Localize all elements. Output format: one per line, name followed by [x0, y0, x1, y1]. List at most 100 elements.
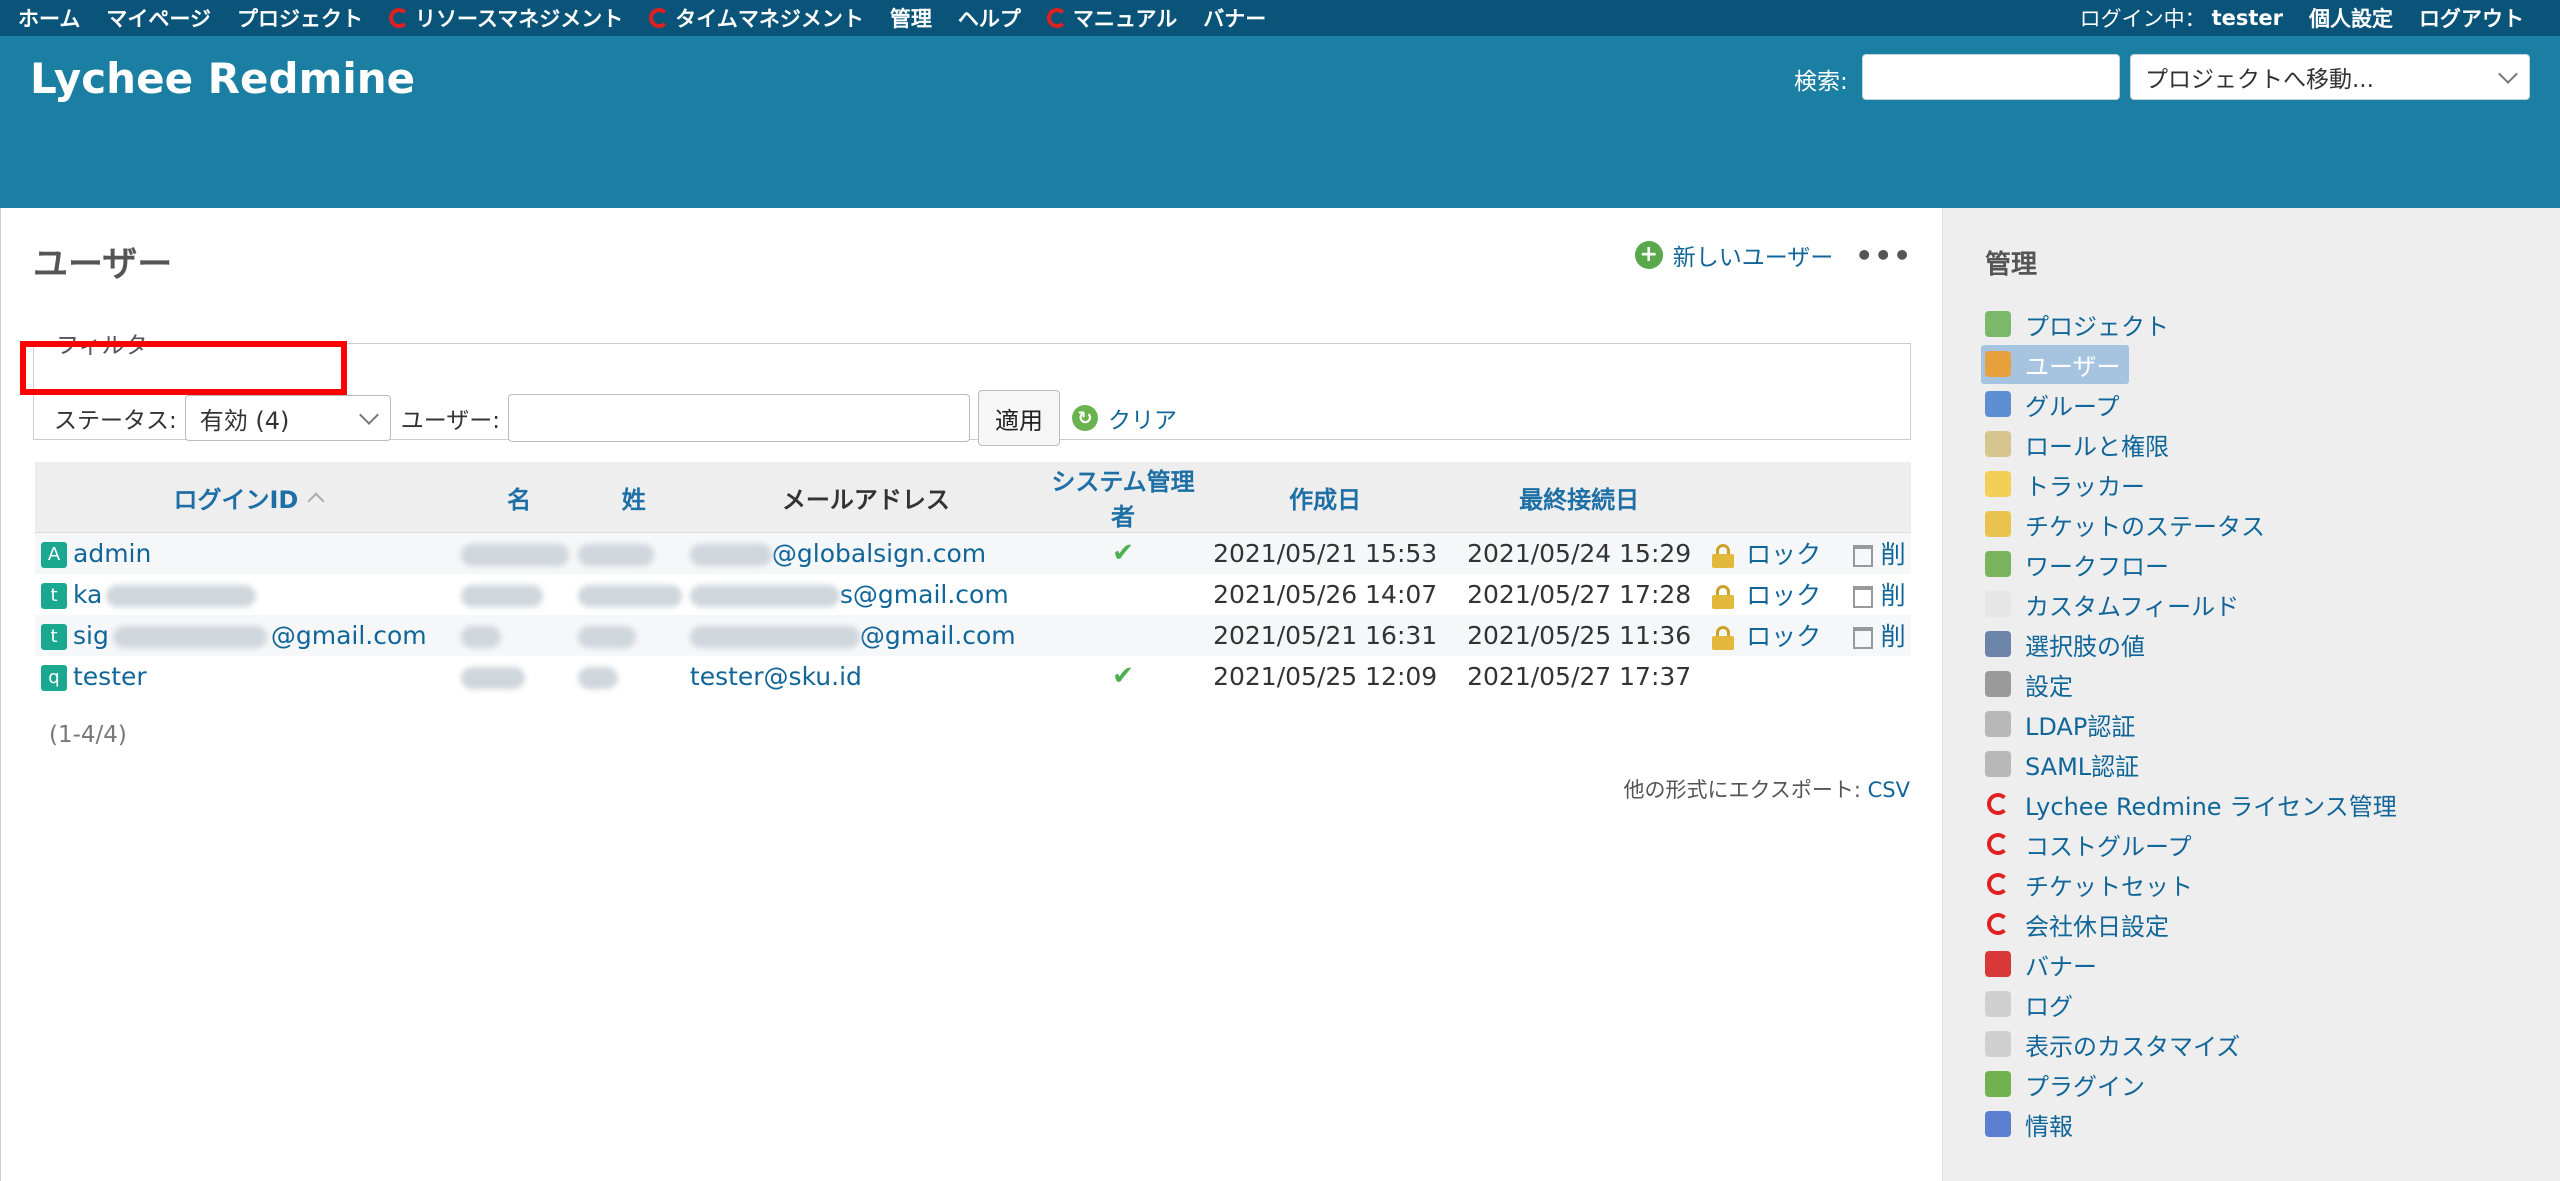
mail-cell: @gmail.com — [689, 614, 1042, 656]
new-user-link[interactable]: 新しいユーザー — [1673, 238, 1834, 272]
delete-link[interactable]: 削 — [1852, 540, 1906, 569]
status-select[interactable]: 有効 (4) — [184, 395, 391, 441]
sidebar-item-label: ワークフロー — [2025, 552, 2169, 581]
search-input[interactable] — [1862, 54, 2120, 100]
column-admin[interactable]: システム管理者 — [1041, 462, 1205, 533]
user-login-link[interactable]: tester — [73, 662, 147, 691]
trash-icon — [1852, 586, 1873, 608]
my-account-link[interactable]: 個人設定 — [2309, 3, 2393, 33]
enumeration-icon — [1985, 631, 2011, 657]
top-menu-projects[interactable]: プロジェクト — [237, 3, 363, 33]
top-menu-banner[interactable]: バナー — [1203, 3, 1266, 33]
logout-link[interactable]: ログアウト — [2419, 3, 2524, 33]
column-created[interactable]: 作成日 — [1204, 462, 1447, 533]
created-cell: 2021/05/25 12:09 — [1204, 655, 1447, 697]
clear-link[interactable]: クリア — [1108, 401, 1177, 435]
sidebar-item-link[interactable]: LDAP認証 — [1985, 707, 2135, 742]
sidebar-item-link[interactable]: ログ — [1985, 987, 2073, 1022]
sidebar-item-link[interactable]: 選択肢の値 — [1985, 627, 2145, 662]
sidebar-item-link[interactable]: プロジェクト — [1985, 307, 2169, 342]
saml-icon — [1985, 751, 2011, 777]
sidebar-item-link[interactable]: 設定 — [1985, 667, 2073, 702]
sidebar-item-link[interactable]: チケットのステータス — [1985, 507, 2265, 542]
top-menu-my-page[interactable]: マイページ — [106, 3, 211, 33]
sidebar-item-link[interactable]: グループ — [1985, 387, 2120, 422]
apply-button[interactable]: 適用 — [978, 390, 1061, 446]
logged-in-user-link[interactable]: tester — [2212, 6, 2283, 30]
user-mail-link[interactable]: @globalsign.com — [772, 539, 986, 568]
delete-link[interactable]: 削 — [1852, 581, 1906, 610]
lock-link[interactable]: ロック — [1712, 622, 1821, 651]
sidebar-item-link[interactable]: プラグイン — [1985, 1067, 2145, 1102]
delete-link[interactable]: 削 — [1852, 622, 1906, 651]
sidebar-item: 情報 — [1985, 1104, 2397, 1144]
chevron-down-icon — [2498, 64, 2518, 84]
contextual-actions: + 新しいユーザー ••• — [1634, 238, 1912, 272]
sidebar-item-link[interactable]: 情報 — [1985, 1107, 2073, 1142]
status-value: 有効 (4) — [199, 406, 290, 435]
project-jump-label: プロジェクトへ移動... — [2145, 67, 2374, 93]
user-filter-input[interactable] — [508, 394, 971, 442]
top-menu-help[interactable]: ヘルプ — [958, 3, 1021, 33]
user-login-text: sig — [73, 620, 109, 650]
sidebar-item: 会社休日設定 — [1985, 904, 2397, 944]
redacted-text — [577, 666, 618, 689]
lock-label: ロック — [1746, 581, 1822, 610]
redacted-text — [460, 625, 501, 648]
delete-label: 削 — [1880, 581, 1906, 610]
user-login-link[interactable]: ka — [73, 580, 102, 609]
sidebar-item-link[interactable]: チケットセット — [1985, 867, 2193, 902]
top-menu-label: リソースマネジメント — [414, 7, 624, 31]
sidebar-item-link[interactable]: SAML認証 — [1985, 747, 2139, 782]
lock-link[interactable]: ロック — [1712, 540, 1821, 569]
sidebar-item-link[interactable]: バナー — [1985, 947, 2097, 982]
admin-cell — [1041, 573, 1205, 615]
site-title[interactable]: Lychee Redmine — [30, 54, 415, 103]
sidebar-item: ロールと権限 — [1985, 424, 2397, 464]
csv-export-link[interactable]: CSV — [1868, 778, 1910, 802]
lock-cell: ロック — [1712, 573, 1853, 615]
lychee-ring-icon — [1987, 793, 2009, 815]
user-login-link[interactable]: sig @gmail.com — [73, 621, 427, 650]
sidebar-item-link[interactable]: トラッカー — [1985, 467, 2145, 502]
created-cell: 2021/05/21 15:53 — [1204, 532, 1447, 574]
user-mail-link[interactable]: tester@sku.id — [690, 662, 862, 691]
top-menu-label: ホーム — [18, 7, 81, 31]
user-login-link[interactable]: admin — [73, 539, 151, 568]
sidebar-item-link[interactable]: Lychee Redmine ライセンス管理 — [1985, 787, 2397, 822]
projects-icon — [1985, 311, 2011, 337]
sidebar-item: グループ — [1985, 384, 2397, 424]
sidebar-item-link[interactable]: コストグループ — [1985, 827, 2192, 862]
top-menu-home[interactable]: ホーム — [18, 3, 80, 33]
more-actions-icon[interactable]: ••• — [1855, 239, 1912, 272]
sidebar-item-link[interactable]: カスタムフィールド — [1985, 587, 2239, 622]
sidebar-item-label: トラッカー — [2025, 472, 2145, 501]
column-login[interactable]: ログインID — [35, 462, 461, 533]
column-mail[interactable]: メールアドレス — [689, 462, 1042, 533]
lychee-ring-icon — [1987, 913, 2009, 935]
sidebar-item-link[interactable]: 会社休日設定 — [1985, 907, 2169, 942]
top-menu-administration[interactable]: 管理 — [890, 3, 932, 33]
column-firstname[interactable]: 名 — [460, 462, 578, 533]
sidebar-item-link[interactable]: ロールと権限 — [1985, 427, 2169, 462]
log-icon — [1985, 991, 2011, 1017]
top-menu-manual[interactable]: マニュアル — [1046, 3, 1177, 33]
column-lastname[interactable]: 姓 — [577, 462, 690, 533]
sidebar-item-label: 選択肢の値 — [2025, 632, 2145, 661]
top-menu-resource-management[interactable]: リソースマネジメント — [388, 3, 624, 33]
top-menu-time-management[interactable]: タイムマネジメント — [649, 3, 864, 33]
logged-in-label: ログイン中： — [2079, 7, 2206, 31]
sidebar-item-link[interactable]: ワークフロー — [1985, 547, 2169, 582]
redacted-text — [577, 625, 636, 648]
sidebar-item: 設定 — [1985, 664, 2397, 704]
user-mail-link[interactable]: s@gmail.com — [840, 580, 1009, 609]
user-mail-link[interactable]: @gmail.com — [860, 621, 1016, 650]
sidebar-item-link[interactable]: 表示のカスタマイズ — [1985, 1027, 2240, 1062]
column-last-login[interactable]: 最終接続日 — [1446, 462, 1713, 533]
sidebar-item-label: プラグイン — [2025, 1072, 2145, 1101]
sidebar-item-link[interactable]: ユーザー — [1981, 344, 2129, 384]
project-jump-select[interactable]: プロジェクトへ移動... — [2130, 54, 2530, 100]
lychee-ring-icon — [388, 8, 409, 28]
admin-cell: ✔ — [1041, 655, 1205, 697]
lock-link[interactable]: ロック — [1712, 581, 1821, 610]
